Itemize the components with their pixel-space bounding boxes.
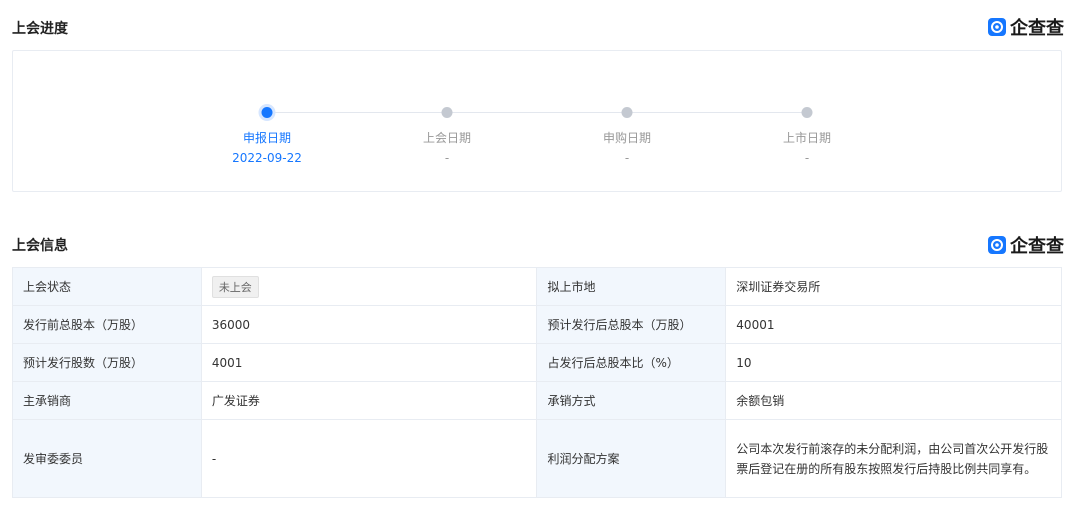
cell-label: 发行前总股本（万股） bbox=[12, 305, 202, 344]
cell-label: 主承销商 bbox=[12, 381, 202, 420]
cell-value: 深圳证券交易所 bbox=[725, 267, 1062, 306]
progress-timeline-box: 申报日期 2022-09-22 上会日期 - 申购日期 - 上市日期 - bbox=[12, 50, 1062, 192]
step-subscribe: 申购日期 - bbox=[603, 128, 651, 168]
cell-label: 发审委委员 bbox=[12, 419, 202, 498]
table-row: 预计发行股数（万股） 4001 占发行后总股本比（%） 10 bbox=[12, 343, 1062, 382]
step-meeting: 上会日期 - bbox=[423, 128, 471, 168]
step-date: - bbox=[804, 151, 810, 165]
cell-value: 未上会 bbox=[200, 267, 538, 306]
step-dot-meeting bbox=[441, 107, 453, 118]
cell-value: 10 bbox=[725, 343, 1062, 382]
qichacha-logo[interactable]: 企查查 bbox=[988, 232, 1064, 258]
step-listing: 上市日期 - bbox=[783, 128, 831, 168]
qichacha-logo[interactable]: 企查查 bbox=[988, 14, 1064, 40]
cell-value: 4001 bbox=[200, 343, 538, 382]
qichacha-icon bbox=[988, 18, 1006, 36]
step-apply: 申报日期 2022-09-22 bbox=[232, 128, 302, 168]
cell-value: - bbox=[200, 419, 538, 498]
step-date: - bbox=[444, 151, 450, 165]
cell-value: 余额包销 bbox=[725, 381, 1062, 420]
cell-value: 40001 bbox=[725, 305, 1062, 344]
step-label: 上会日期 bbox=[422, 131, 472, 145]
step-date: - bbox=[624, 151, 630, 165]
brand-name: 企查查 bbox=[1010, 236, 1064, 257]
progress-timeline: 申报日期 2022-09-22 上会日期 - 申购日期 - 上市日期 - bbox=[13, 51, 1061, 191]
info-section-title: 上会信息 bbox=[12, 238, 68, 254]
step-dot-apply bbox=[261, 107, 273, 118]
cell-label: 利润分配方案 bbox=[536, 419, 727, 498]
cell-value: 36000 bbox=[200, 305, 538, 344]
step-dot-subscribe bbox=[621, 107, 633, 118]
table-row: 上会状态 未上会 拟上市地 深圳证券交易所 bbox=[12, 267, 1062, 306]
cell-value: 广发证券 bbox=[200, 381, 538, 420]
step-label: 申购日期 bbox=[602, 131, 652, 145]
step-label: 申报日期 bbox=[242, 131, 291, 145]
cell-label: 预计发行后总股本（万股） bbox=[536, 305, 727, 344]
qichacha-icon bbox=[988, 236, 1006, 254]
cell-label: 预计发行股数（万股） bbox=[12, 343, 202, 382]
cell-label: 上会状态 bbox=[12, 267, 202, 306]
progress-section-title: 上会进度 bbox=[12, 21, 68, 37]
timeline-line bbox=[267, 112, 807, 113]
cell-label: 占发行后总股本比（%） bbox=[536, 343, 727, 382]
step-date: 2022-09-22 bbox=[232, 151, 302, 165]
table-row: 主承销商 广发证券 承销方式 余额包销 bbox=[12, 381, 1062, 420]
brand-name: 企查查 bbox=[1010, 18, 1064, 39]
table-row: 发审委委员 - 利润分配方案 公司本次发行前滚存的未分配利润，由公司首次公开发行… bbox=[12, 419, 1062, 498]
cell-value: 公司本次发行前滚存的未分配利润，由公司首次公开发行股票后登记在册的所有股东按照发… bbox=[725, 419, 1062, 498]
cell-label: 承销方式 bbox=[536, 381, 727, 420]
info-table: 上会状态 未上会 拟上市地 深圳证券交易所 发行前总股本（万股） 36000 预… bbox=[12, 267, 1062, 498]
status-badge: 未上会 bbox=[211, 275, 259, 298]
cell-label: 拟上市地 bbox=[536, 267, 727, 306]
table-row: 发行前总股本（万股） 36000 预计发行后总股本（万股） 40001 bbox=[12, 305, 1062, 344]
step-dot-listing bbox=[801, 107, 813, 118]
step-label: 上市日期 bbox=[782, 131, 832, 145]
